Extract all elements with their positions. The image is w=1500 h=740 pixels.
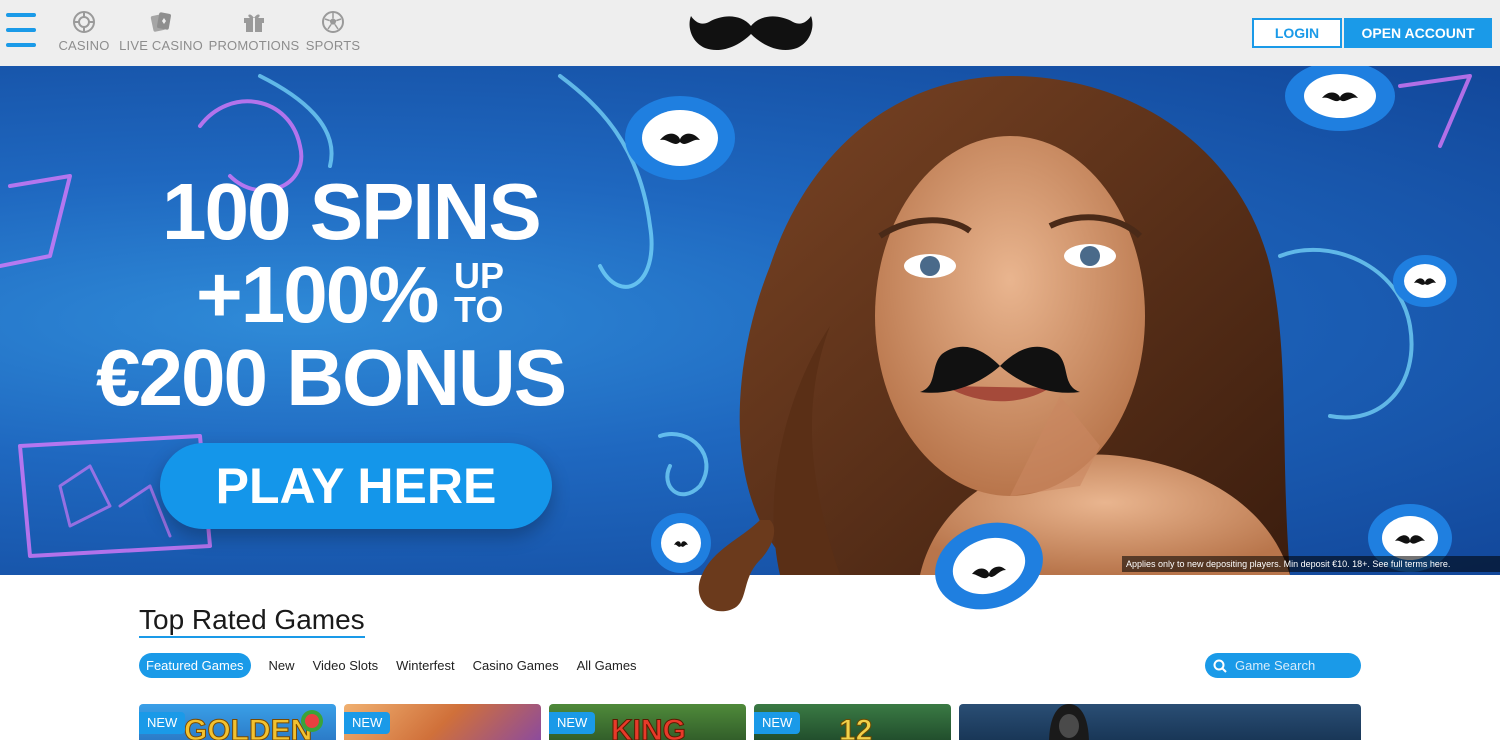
nav-promotions[interactable]: PROMOTIONS [209, 10, 299, 54]
game-tile-title: GOLDEN [183, 714, 313, 740]
nav-casino-label: CASINO [58, 38, 110, 53]
game-search[interactable] [1205, 653, 1361, 678]
game-tile[interactable]: GOLDEN NEW [139, 704, 336, 740]
nav-live-casino[interactable]: LIVE CASINO [119, 10, 203, 54]
roulette-wheel-icon [73, 11, 95, 33]
gift-box-icon [244, 14, 264, 32]
new-badge: NEW [344, 712, 391, 734]
nav-live-casino-label: LIVE CASINO [119, 38, 203, 53]
nav-promotions-label: PROMOTIONS [208, 38, 300, 53]
hero-line-bonus: €200 BONUS [96, 333, 567, 422]
game-tile-title: 12 [838, 714, 873, 740]
nav-sports-label: SPORTS [305, 38, 361, 53]
tab-new[interactable]: New [269, 653, 295, 678]
hero-line-percent: +100% [196, 250, 439, 339]
section-title: Top Rated Games [139, 604, 365, 638]
menu-icon[interactable] [6, 13, 36, 49]
open-account-button[interactable]: OPEN ACCOUNT [1344, 18, 1492, 48]
new-badge: NEW [549, 712, 596, 734]
tab-featured-games[interactable]: Featured Games [139, 653, 251, 678]
login-button[interactable]: LOGIN [1252, 18, 1342, 48]
tab-video-slots[interactable]: Video Slots [313, 653, 379, 678]
game-search-input[interactable] [1235, 658, 1355, 673]
poker-chip-icon [935, 522, 1043, 610]
game-tile[interactable]: 12 NEW [754, 704, 951, 740]
tab-all-games[interactable]: All Games [577, 653, 637, 678]
game-tile[interactable]: KING NEW [549, 704, 746, 740]
hair-curl-image [698, 520, 775, 612]
hero-up: UP [454, 255, 505, 296]
nav-sports[interactable]: SPORTS [305, 10, 361, 54]
hero-line-up-to: UP TO [454, 255, 505, 330]
tab-casino-games[interactable]: Casino Games [473, 653, 559, 678]
new-badge: NEW [139, 712, 186, 734]
terms-link[interactable]: Applies only to new depositing players. … [1122, 556, 1500, 572]
watermelon-icon [301, 710, 323, 732]
mustache-logo[interactable] [687, 12, 815, 54]
hero-line-spins: 100 SPINS [162, 167, 542, 256]
site-header: CASINO LIVE CASINO PROMOTIONS SPORTS LOG… [0, 0, 1500, 66]
game-tile[interactable]: NEW [344, 704, 541, 740]
hero-to: TO [454, 289, 504, 330]
play-here-button[interactable]: PLAY HERE [160, 443, 552, 529]
search-icon [1213, 659, 1227, 673]
nav-casino[interactable]: CASINO [58, 10, 110, 54]
playing-cards-icon [150, 12, 171, 32]
soccer-ball-icon [322, 11, 344, 33]
hooded-figure-image [1049, 704, 1089, 740]
hero-banner[interactable]: 100 SPINS +100% UP TO €200 BONUS PLAY HE… [0, 66, 1500, 575]
game-tile-title: KING [611, 714, 687, 740]
promo-model-image [739, 76, 1290, 575]
poker-chip-icon [625, 96, 735, 180]
games-tabs: Featured Games New Video Slots Winterfes… [139, 653, 655, 678]
game-tile[interactable] [959, 704, 1361, 740]
poker-chip-icon [1285, 66, 1395, 131]
tab-winterfest[interactable]: Winterfest [396, 653, 455, 678]
poker-chip-icon [1393, 255, 1457, 307]
new-badge: NEW [754, 712, 801, 734]
